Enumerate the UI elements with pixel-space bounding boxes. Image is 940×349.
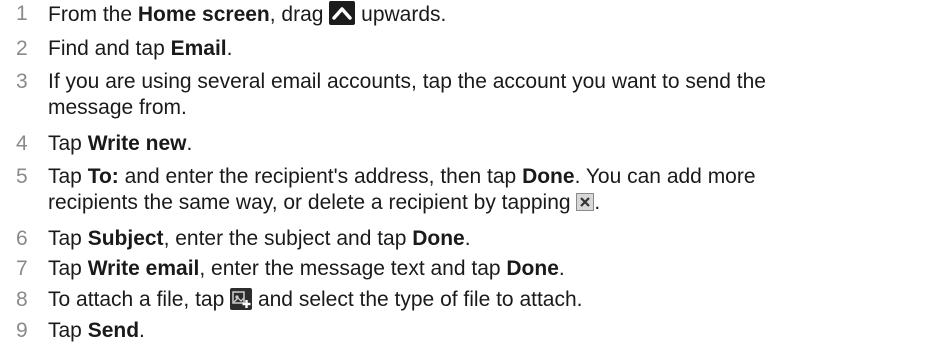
step-number: 6 — [16, 227, 28, 250]
step-text: Tap Send. — [48, 319, 145, 342]
step-text: Find and tap Email. — [48, 37, 233, 60]
step-number: 4 — [16, 132, 28, 155]
step-text: Tap Subject, enter the subject and tap D… — [48, 227, 471, 250]
instruction-steps: 1 From the Home screen, drag upwards. 2 … — [0, 0, 940, 349]
step-text: If you are using several email accounts,… — [48, 70, 766, 119]
step-text: Tap Write email, enter the message text … — [48, 257, 565, 280]
step-number: 7 — [16, 257, 28, 280]
step-number: 5 — [16, 165, 28, 188]
step-number: 1 — [16, 2, 28, 25]
step-text: To attach a file, tap and select the typ… — [48, 288, 583, 311]
step-text: Tap Write new. — [48, 132, 193, 155]
step-number: 3 — [16, 70, 28, 93]
step-number: 9 — [16, 319, 28, 342]
step-number: 2 — [16, 37, 28, 60]
step-text: Tap To: and enter the recipient's addres… — [48, 165, 756, 214]
attach-icon — [230, 288, 253, 310]
step-number: 8 — [16, 288, 28, 311]
arrow-up-icon — [329, 1, 356, 25]
delete-recipient-icon — [576, 193, 595, 211]
step-text: From the Home screen, drag upwards. — [48, 1, 447, 26]
